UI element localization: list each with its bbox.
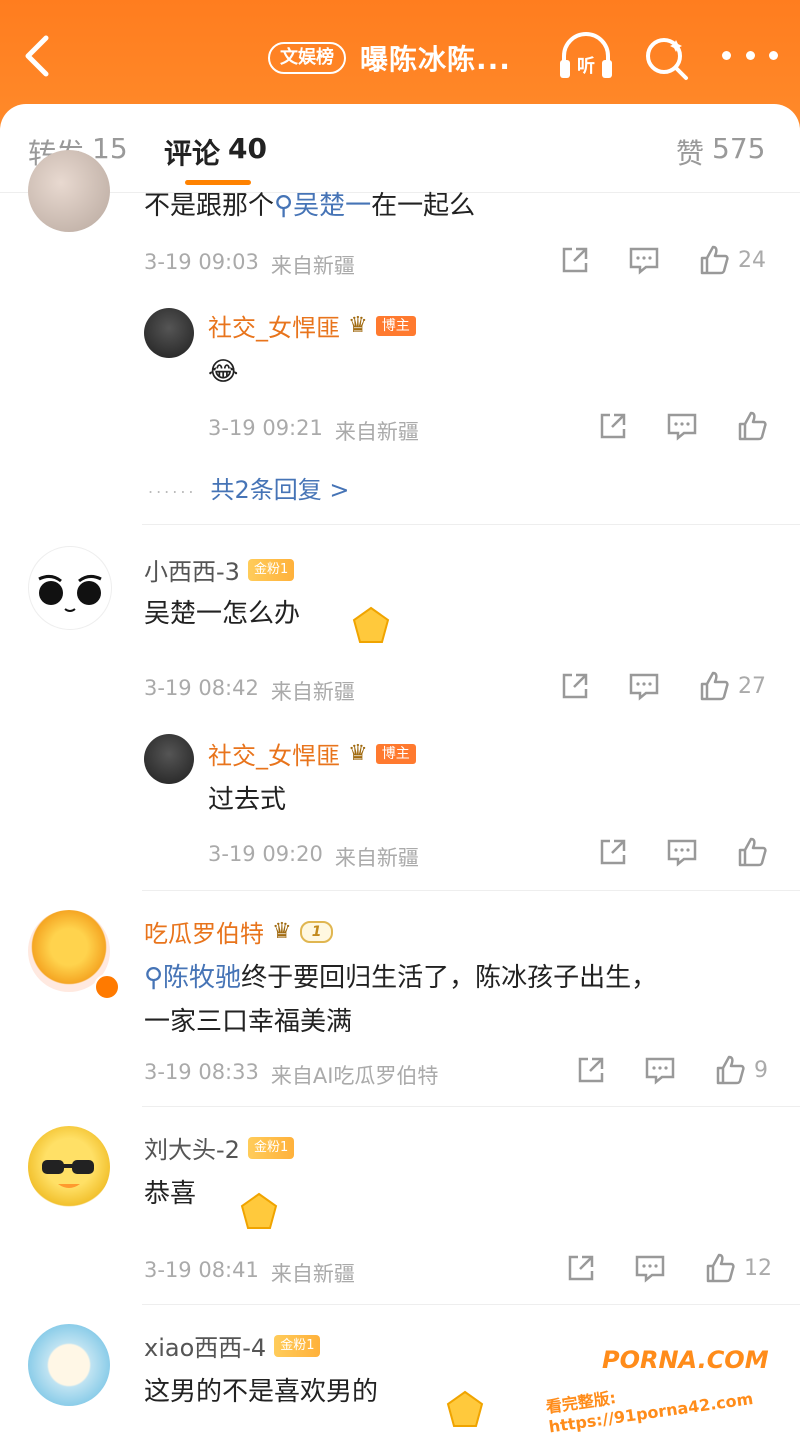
reply-icon[interactable]: [666, 411, 698, 441]
more-icon[interactable]: [722, 40, 778, 70]
crown-icon: ♛: [348, 313, 368, 338]
tab-comment[interactable]: 评论 40: [164, 132, 267, 172]
comment-meta: 3-19 09:03 来自新疆: [144, 250, 355, 278]
thumbs-up-icon: [706, 1253, 735, 1283]
thumbs-up-icon[interactable]: [736, 836, 768, 868]
comment-actions: 12: [566, 1252, 772, 1284]
verified-icon: [94, 974, 120, 1000]
share-icon[interactable]: [598, 837, 628, 867]
reply-avatar[interactable]: [144, 734, 194, 784]
share-icon[interactable]: [566, 1253, 596, 1283]
fan-badge: 金粉1: [247, 1136, 295, 1159]
comment-actions: 27: [560, 670, 766, 702]
face-icon: [38, 574, 102, 612]
back-icon[interactable]: [18, 28, 58, 84]
comment-text: 不是跟那个⚲吴楚一在一起么: [144, 191, 476, 221]
crown-icon: ♛: [272, 919, 292, 944]
reply-icon[interactable]: [628, 245, 660, 275]
sunglasses-icon: [42, 1160, 94, 1188]
blogger-badge: 博主: [375, 743, 416, 764]
comment-actions: 24: [560, 244, 766, 276]
reply-text: 过去式: [208, 785, 287, 815]
gold-badge-icon: [352, 606, 390, 643]
avatar[interactable]: [28, 1126, 110, 1208]
avatar[interactable]: [28, 150, 110, 232]
gold-badge-icon: [240, 1192, 278, 1229]
reply-avatar[interactable]: [144, 308, 194, 358]
thumbs-up-icon: [700, 671, 729, 701]
reply-icon[interactable]: [628, 671, 660, 701]
topic-title[interactable]: 文娱榜 曝陈冰陈...: [268, 38, 511, 78]
comment-author[interactable]: 小西西-3 金粉1: [144, 552, 295, 587]
comment-text: 这男的不是喜欢男的: [144, 1377, 379, 1407]
more-replies-link[interactable]: ...... 共2条回复 >: [148, 470, 350, 505]
share-icon[interactable]: [560, 671, 590, 701]
divider: [142, 1106, 800, 1107]
reply-actions: [598, 836, 768, 868]
gold-badge-icon: [446, 1390, 484, 1427]
svg-text:听: 听: [577, 55, 595, 77]
comment-author[interactable]: 吃瓜罗伯特 ♛ 1: [144, 914, 334, 949]
search-link[interactable]: ⚲陈牧驰: [144, 963, 241, 993]
divider: [142, 890, 800, 891]
avatar[interactable]: [28, 546, 112, 630]
comment-meta: 3-19 08:42 来自新疆: [144, 676, 355, 704]
search-icon[interactable]: [642, 30, 692, 84]
like-button[interactable]: 9: [714, 1054, 768, 1086]
tab-like[interactable]: 赞 575: [676, 132, 765, 172]
reply-meta: 3-19 09:21 来自新疆: [208, 416, 419, 444]
like-button[interactable]: 12: [704, 1252, 772, 1284]
thumbs-up-icon: [700, 245, 729, 275]
level-badge: 1: [299, 920, 334, 943]
fan-badge: 金粉1: [247, 558, 295, 581]
comment-meta: 3-19 08:41 来自新疆: [144, 1258, 355, 1286]
comment-text: 吴楚一怎么办: [144, 599, 301, 629]
reply-icon[interactable]: [634, 1253, 666, 1283]
comment-actions: 9: [576, 1054, 768, 1086]
reply-meta: 3-19 09:20 来自新疆: [208, 842, 419, 870]
avatar[interactable]: [28, 1324, 110, 1406]
reply-author[interactable]: 社交_女悍匪 ♛ 博主: [208, 308, 416, 343]
share-icon[interactable]: [576, 1055, 606, 1085]
fan-badge: 金粉1: [274, 1334, 321, 1357]
headphone-listen-icon[interactable]: 听: [556, 30, 616, 84]
ranking-badge: 文娱榜: [268, 42, 346, 74]
page-title: 曝陈冰陈...: [360, 43, 511, 76]
comment-text: ⚲陈牧驰终于要回归生活了，陈冰孩子出生， 一家三口幸福美满: [144, 963, 658, 1037]
search-link[interactable]: ⚲吴楚一: [274, 191, 371, 221]
thumbs-up-icon: [716, 1055, 745, 1085]
crown-icon: ♛: [348, 741, 368, 766]
reply-text: 😂: [208, 357, 239, 387]
comment-author[interactable]: xiao西西-4 金粉1: [144, 1328, 321, 1363]
thumbs-up-icon[interactable]: [736, 410, 768, 442]
comment-text: 恭喜: [144, 1179, 197, 1209]
blogger-badge: 博主: [375, 315, 416, 336]
reply-actions: [598, 410, 768, 442]
comment-author[interactable]: 刘大头-2 金粉1: [144, 1130, 295, 1165]
comment-meta: 3-19 08:33 来自AI吃瓜罗伯特: [144, 1060, 439, 1088]
reply-author[interactable]: 社交_女悍匪 ♛ 博主: [208, 736, 416, 771]
share-icon[interactable]: [560, 245, 590, 275]
like-button[interactable]: 24: [698, 244, 766, 276]
divider: [142, 1304, 800, 1305]
reply-icon[interactable]: [644, 1055, 676, 1085]
divider: [142, 524, 800, 525]
like-button[interactable]: 27: [698, 670, 766, 702]
share-icon[interactable]: [598, 411, 628, 441]
tab-bar: 转发 15 评论 40 赞 575: [0, 104, 800, 193]
reply-icon[interactable]: [666, 837, 698, 867]
